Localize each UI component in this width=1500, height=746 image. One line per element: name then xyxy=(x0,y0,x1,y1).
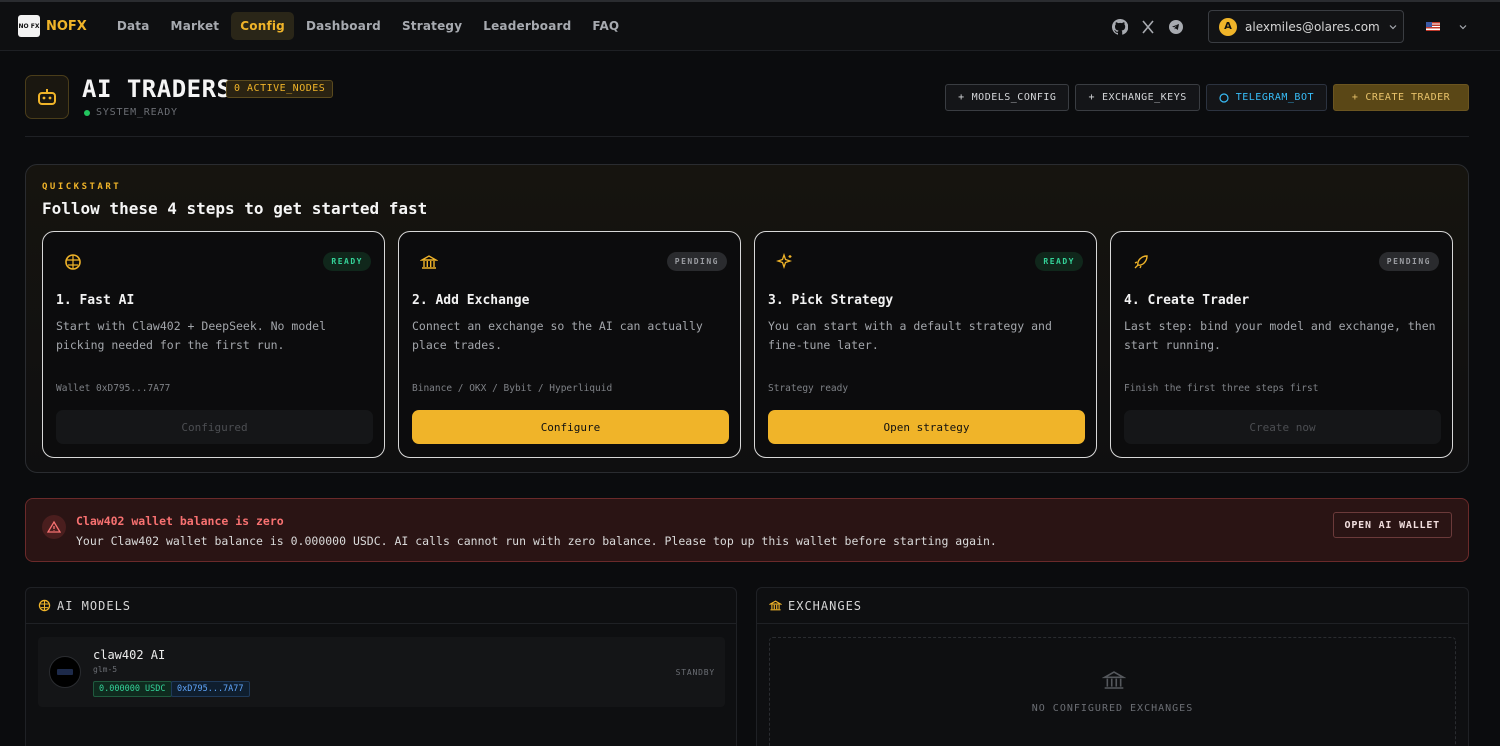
wallet-balance-alert: Claw402 wallet balance is zero Your Claw… xyxy=(25,498,1469,562)
panel-header: EXCHANGES xyxy=(757,588,1468,624)
status-badge: PENDING xyxy=(666,252,727,271)
model-status: STANDBY xyxy=(675,668,715,677)
exchange-keys-button[interactable]: + EXCHANGE_KEYS xyxy=(1075,84,1200,111)
step-card-fast-ai: READY 1. Fast AI Start with Claw402 + De… xyxy=(42,231,385,458)
configure-button[interactable]: Configure xyxy=(412,410,729,444)
step-description: Start with Claw402 + DeepSeek. No model … xyxy=(56,319,327,352)
telegram-icon[interactable] xyxy=(1168,19,1184,35)
quickstart-eyebrow: QUICKSTART xyxy=(42,182,122,192)
panel-title: AI MODELS xyxy=(57,598,132,613)
open-ai-wallet-button[interactable]: OPEN AI WALLET xyxy=(1332,512,1452,538)
step-card-add-exchange: PENDING 2. Add Exchange Connect an excha… xyxy=(398,231,741,458)
page-title: AI TRADERS xyxy=(82,75,232,103)
exchange-keys-label: EXCHANGE_KEYS xyxy=(1101,92,1187,103)
models-config-button[interactable]: + MODELS_CONFIG xyxy=(945,84,1070,111)
chevron-down-icon xyxy=(1389,24,1397,29)
model-logo-icon xyxy=(49,656,81,688)
nav-link-faq[interactable]: FAQ xyxy=(583,12,628,40)
alert-title: Claw402 wallet balance is zero xyxy=(76,514,284,528)
step-meta: Finish the first three steps first xyxy=(1124,383,1319,394)
address-chip: 0xD795...7A77 xyxy=(171,681,250,697)
brain-icon xyxy=(38,599,51,612)
telegram-bot-label: TELEGRAM_BOT xyxy=(1235,92,1314,103)
telegram-bot-button[interactable]: TELEGRAM_BOT xyxy=(1205,84,1327,111)
github-icon[interactable] xyxy=(1112,18,1128,35)
nav-link-config[interactable]: Config xyxy=(231,12,294,40)
x-icon[interactable] xyxy=(1140,19,1156,35)
model-version: glm-5 xyxy=(93,665,118,674)
alert-message: Your Claw402 wallet balance is 0.000000 … xyxy=(76,534,997,548)
chat-bubble-icon xyxy=(1219,92,1229,103)
step-title: 4. Create Trader xyxy=(1124,293,1250,308)
language-selector[interactable] xyxy=(1426,22,1468,32)
nav-link-leaderboard[interactable]: Leaderboard xyxy=(474,12,580,40)
quickstart-panel: QUICKSTART Follow these 4 steps to get s… xyxy=(25,164,1469,473)
create-now-button[interactable]: Create now xyxy=(1124,410,1441,444)
system-status: SYSTEM_READY xyxy=(84,107,178,118)
user-menu[interactable]: A alexmiles@olares.com xyxy=(1208,10,1404,43)
step-title: 1. Fast AI xyxy=(56,293,135,308)
plus-icon: + xyxy=(1088,92,1095,103)
panel-title: EXCHANGES xyxy=(788,598,863,613)
model-name: claw402 AI xyxy=(93,648,166,662)
plus-icon: + xyxy=(1351,92,1359,103)
status-dot-icon xyxy=(84,109,90,116)
active-nodes-badge: 0 ACTIVE_NODES xyxy=(226,80,334,98)
empty-state: NO CONFIGURED EXCHANGES xyxy=(769,637,1456,746)
step-title: 3. Pick Strategy xyxy=(768,293,894,308)
system-status-label: SYSTEM_READY xyxy=(96,107,178,118)
model-card[interactable]: claw402 AI glm-5 0.000000 USDC 0xD795...… xyxy=(38,637,725,707)
robot-icon xyxy=(25,75,69,119)
nav-link-strategy[interactable]: Strategy xyxy=(393,12,471,40)
step-description: Connect an exchange so the AI can actual… xyxy=(412,319,703,352)
step-meta: Wallet 0xD795...7A77 xyxy=(56,383,171,394)
bank-icon xyxy=(1102,671,1126,689)
models-config-label: MODELS_CONFIG xyxy=(971,92,1057,103)
brand-logo: NO FX xyxy=(18,15,40,37)
brand-name: NOFX xyxy=(46,18,87,34)
step-meta: Strategy ready xyxy=(768,383,849,394)
balance-chip: 0.000000 USDC xyxy=(93,681,172,697)
page-header: AI TRADERS 0 ACTIVE_NODES SYSTEM_READY +… xyxy=(25,75,1469,137)
sparkles-icon xyxy=(776,253,793,270)
configured-button[interactable]: Configured xyxy=(56,410,373,444)
ai-models-panel: AI MODELS claw402 AI glm-5 0.000000 USDC… xyxy=(25,587,737,746)
chevron-down-icon xyxy=(1459,24,1467,29)
open-strategy-button[interactable]: Open strategy xyxy=(768,410,1085,444)
step-card-create-trader: PENDING 4. Create Trader Last step: bind… xyxy=(1110,231,1453,458)
rocket-icon xyxy=(1134,255,1148,269)
status-badge: READY xyxy=(1035,252,1083,271)
exchanges-panel: EXCHANGES NO CONFIGURED EXCHANGES xyxy=(756,587,1469,746)
brand[interactable]: NO FX NOFX xyxy=(18,15,87,37)
step-card-pick-strategy: READY 3. Pick Strategy You can start wit… xyxy=(754,231,1097,458)
plus-icon: + xyxy=(958,92,965,103)
create-trader-label: CREATE TRADER xyxy=(1365,92,1451,103)
us-flag-icon xyxy=(1426,22,1440,31)
nav-link-dashboard[interactable]: Dashboard xyxy=(297,12,390,40)
step-description: You can start with a default strategy an… xyxy=(768,319,1052,352)
bank-icon xyxy=(420,255,438,269)
nav-links: Data Market Config Dashboard Strategy Le… xyxy=(108,12,629,40)
warning-icon xyxy=(42,515,66,539)
status-badge: READY xyxy=(323,252,371,271)
user-email: alexmiles@olares.com xyxy=(1245,19,1380,34)
nav-link-market[interactable]: Market xyxy=(162,12,229,40)
quickstart-title: Follow these 4 steps to get started fast xyxy=(42,199,428,218)
status-badge: PENDING xyxy=(1378,252,1439,271)
step-title: 2. Add Exchange xyxy=(412,293,530,308)
brain-icon xyxy=(65,254,81,270)
avatar: A xyxy=(1219,17,1237,36)
nav-link-data[interactable]: Data xyxy=(108,12,159,40)
panel-header: AI MODELS xyxy=(26,588,736,624)
step-meta: Binance / OKX / Bybit / Hyperliquid xyxy=(412,383,613,394)
bank-icon xyxy=(769,600,782,611)
create-trader-button[interactable]: + CREATE TRADER xyxy=(1333,84,1469,111)
empty-state-text: NO CONFIGURED EXCHANGES xyxy=(1031,703,1194,714)
top-navbar: NO FX NOFX Data Market Config Dashboard … xyxy=(0,0,1500,51)
step-description: Last step: bind your model and exchange,… xyxy=(1124,319,1436,352)
